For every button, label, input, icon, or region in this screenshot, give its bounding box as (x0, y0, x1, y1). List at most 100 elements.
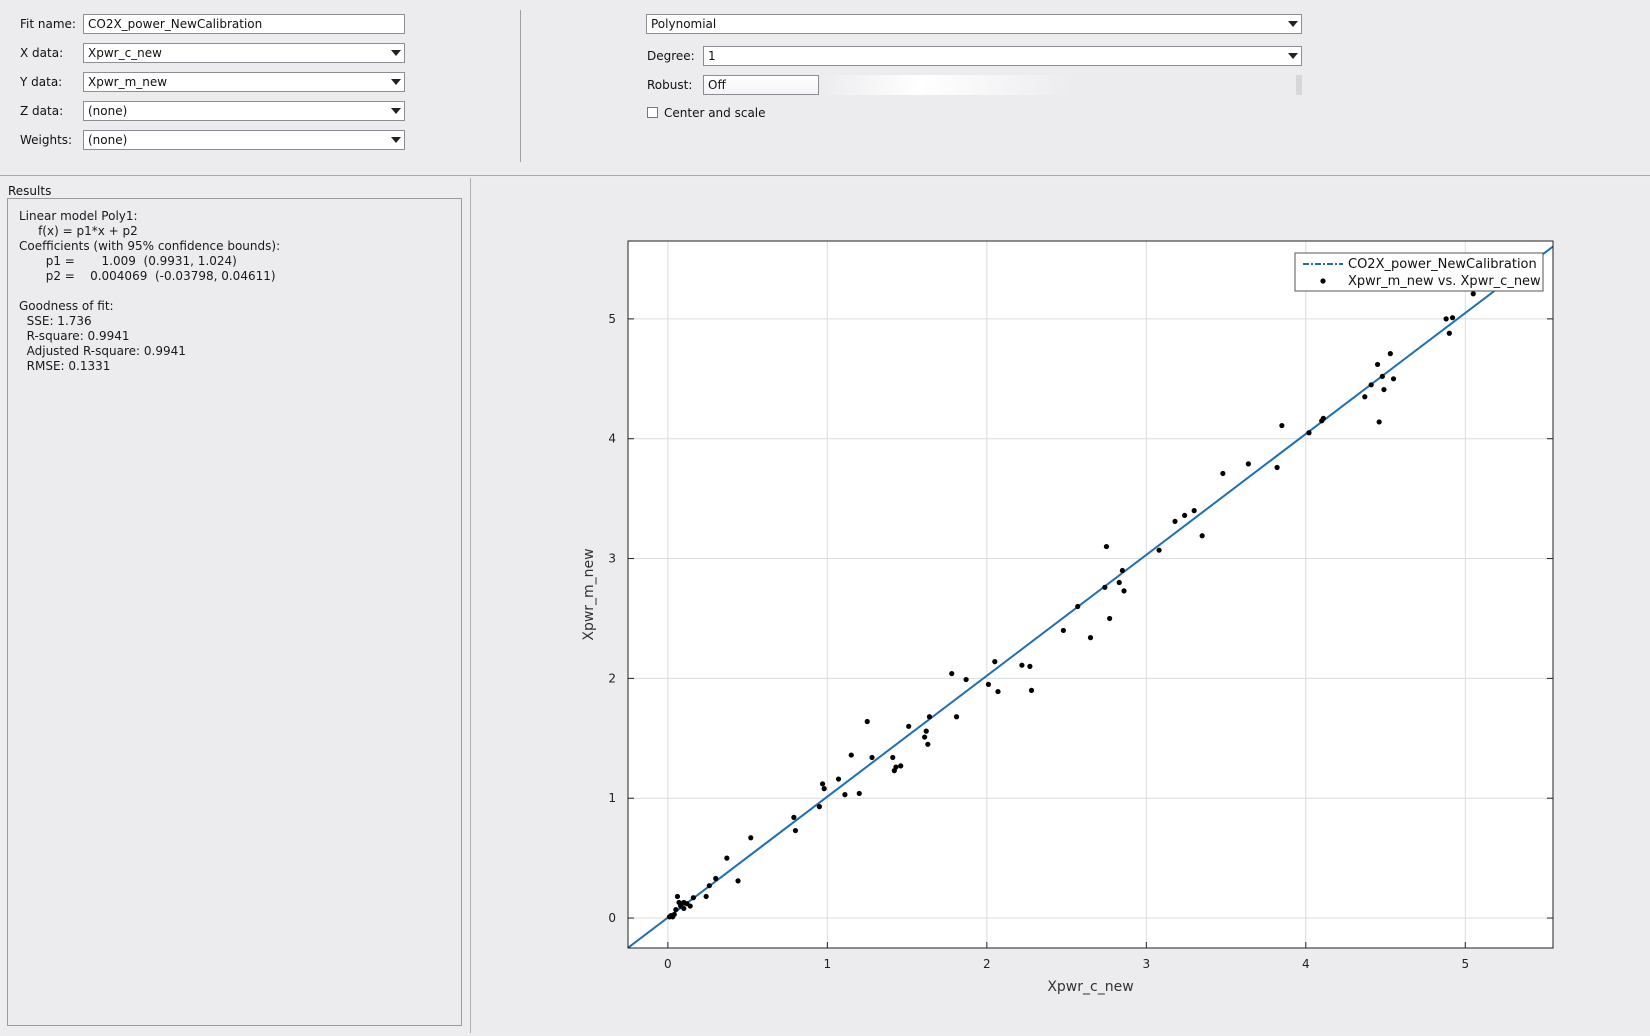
chevron-down-icon (391, 137, 401, 143)
data-point (735, 878, 741, 884)
data-point (1156, 547, 1162, 553)
data-point (674, 893, 681, 900)
data-point (821, 786, 827, 792)
y-tick-label: 2 (608, 671, 616, 685)
data-point (926, 714, 933, 720)
chevron-down-icon (391, 108, 401, 114)
x-tick-label: 3 (1142, 957, 1150, 971)
data-point (1028, 687, 1035, 693)
x-data-value: Xpwr_c_new (88, 46, 162, 60)
center-scale-label: Center and scale (664, 106, 766, 120)
data-point (985, 681, 992, 687)
data-point (893, 764, 899, 770)
chevron-down-icon (391, 50, 401, 56)
fit-name-label: Fit name: (20, 17, 76, 31)
data-point (1362, 394, 1368, 400)
legend[interactable]: CO2X_power_NewCalibration Xpwr_m_new vs.… (1294, 252, 1544, 292)
fit-name-input[interactable]: CO2X_power_NewCalibration (83, 14, 405, 34)
x-tick-label: 1 (824, 957, 832, 971)
plot-panel: 0 1 2 3 4 5 0 1 2 3 4 5 Xpwr_c_new Xpwr_m_new CO2X_… (473, 178, 1650, 1033)
data-point (1121, 588, 1127, 594)
data-point (1446, 330, 1452, 336)
legend-fit-label: CO2X_power_NewCalibration (1348, 257, 1537, 272)
data-point (819, 781, 826, 787)
results-line: Linear model Poly1: (19, 209, 138, 223)
data-point (1181, 512, 1188, 519)
degree-value: 1 (708, 49, 716, 63)
degree-label: Degree: (647, 49, 695, 63)
data-point (995, 688, 1001, 695)
data-point (898, 763, 904, 769)
z-data-label: Z data: (20, 104, 64, 118)
data-point (706, 883, 712, 889)
x-tick-label: 0 (664, 957, 672, 971)
data-point (713, 875, 719, 882)
data-point (906, 723, 912, 729)
y-data-dropdown[interactable]: Xpwr_m_new (83, 72, 405, 92)
data-point (724, 855, 730, 861)
degree-dropdown[interactable]: 1 (703, 46, 1302, 66)
y-tick-label: 5 (608, 312, 616, 326)
panel-divider (470, 178, 471, 1033)
data-point (1379, 373, 1385, 380)
results-line: RMSE: 0.1331 (19, 359, 111, 373)
data-point (1027, 663, 1033, 669)
robust-label: Robust: (647, 78, 693, 92)
data-point (1075, 603, 1081, 610)
weights-value: (none) (88, 133, 128, 147)
data-point (1199, 533, 1205, 539)
x-data-label: X data: (20, 46, 64, 60)
data-point (922, 734, 928, 740)
robust-dropdown-arrow[interactable] (1296, 75, 1302, 95)
x-axis-label: Xpwr_c_new (1047, 979, 1133, 995)
data-point (703, 893, 709, 900)
z-data-dropdown[interactable]: (none) (83, 101, 405, 121)
data-point (1306, 430, 1312, 436)
data-point (748, 835, 754, 841)
data-point (1443, 316, 1449, 322)
data-point (890, 754, 896, 761)
data-point (1087, 635, 1094, 641)
x-tick-label: 4 (1302, 957, 1310, 971)
data-point (671, 911, 677, 918)
y-tick-label: 1 (608, 791, 616, 805)
x-tick-label: 2 (983, 957, 991, 971)
data-point (1119, 567, 1125, 574)
weights-label: Weights: (20, 133, 73, 147)
fit-type-value: Polynomial (651, 17, 717, 31)
fit-settings-panel: Fit name: CO2X_power_NewCalibration X da… (0, 0, 1650, 176)
x-tick-label: 5 (1461, 957, 1469, 971)
data-point (681, 905, 687, 912)
data-point (690, 895, 696, 901)
data-point (1470, 291, 1476, 297)
data-point (1103, 543, 1110, 550)
data-point (687, 903, 693, 909)
x-data-dropdown[interactable]: Xpwr_c_new (83, 43, 405, 63)
weights-dropdown[interactable]: (none) (83, 130, 405, 150)
data-point (792, 827, 799, 834)
data-point (1116, 579, 1122, 586)
results-line: f(x) = p1*x + p2 (19, 224, 138, 238)
y-tick-label: 0 (608, 911, 616, 925)
results-title: Results (8, 184, 52, 198)
data-point (953, 714, 960, 720)
center-scale-checkbox[interactable] (647, 107, 658, 118)
data-point (1390, 376, 1397, 382)
y-tick-label: 3 (608, 552, 616, 566)
robust-dropdown[interactable]: Off (703, 75, 819, 95)
data-point (1172, 518, 1178, 525)
robust-value: Off (708, 78, 726, 92)
data-point (1449, 315, 1456, 321)
fit-plot[interactable]: 0 1 2 3 4 5 0 1 2 3 4 5 Xpwr_c_new Xpwr_m_new CO2X_… (473, 178, 1650, 1033)
chevron-down-icon (1288, 53, 1298, 59)
data-point (673, 907, 679, 913)
y-axis-label: Xpwr_m_new (581, 548, 597, 640)
data-point (1381, 386, 1387, 393)
robust-dropdown-track[interactable] (819, 75, 1074, 95)
data-point (992, 659, 998, 665)
data-point (791, 814, 797, 820)
fit-type-dropdown[interactable]: Polynomial (646, 14, 1302, 34)
data-point (835, 776, 842, 782)
data-point (856, 790, 862, 797)
y-tick-label: 4 (608, 432, 616, 446)
